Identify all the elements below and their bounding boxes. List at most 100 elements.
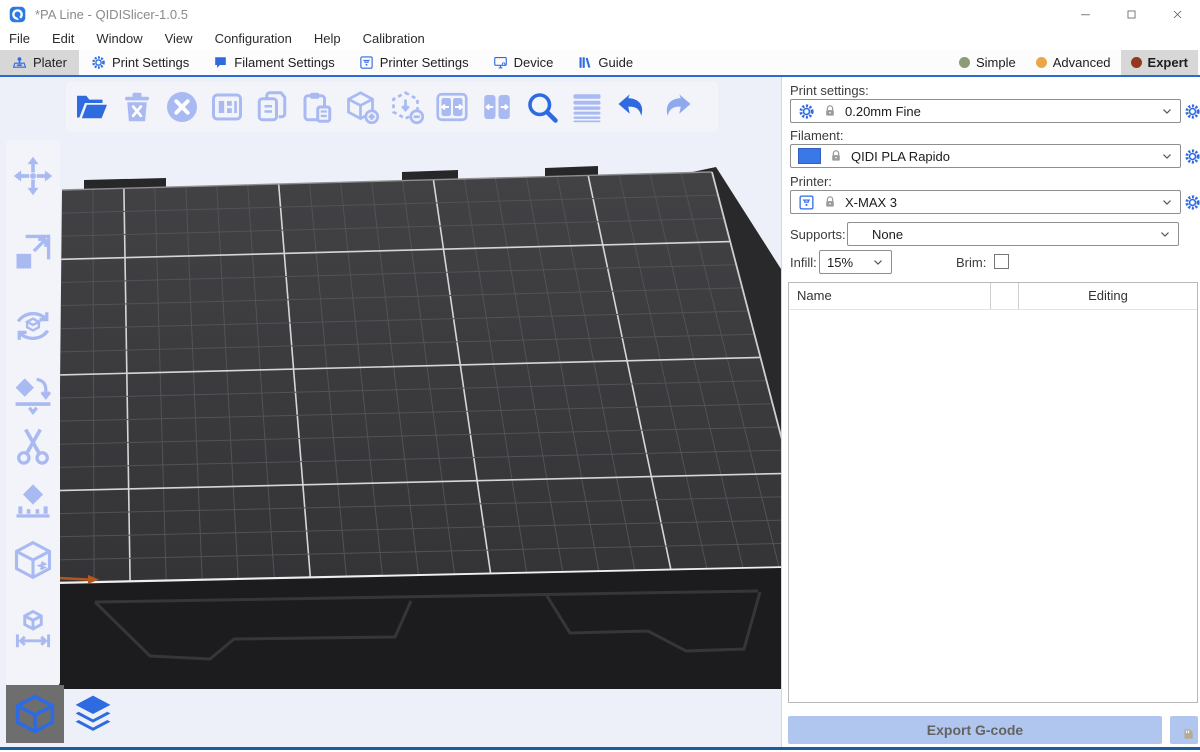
filament-icon (213, 55, 228, 70)
column-header-name: Name (789, 283, 990, 309)
seam-icon[interactable] (11, 538, 55, 582)
column-header-extruder (990, 283, 1018, 309)
undo-icon[interactable] (614, 89, 650, 125)
lock-icon (829, 149, 843, 163)
print-settings-combo[interactable]: 0.20mm Fine (790, 99, 1181, 123)
tab-print-settings[interactable]: Print Settings (79, 50, 201, 75)
chevron-down-icon (1160, 104, 1174, 118)
split-parts-icon[interactable] (479, 89, 515, 125)
printer-combo[interactable]: X-MAX 3 (790, 190, 1181, 214)
tab-device[interactable]: Device (481, 50, 566, 75)
add-instance-icon[interactable] (344, 89, 380, 125)
print-settings-gear-button[interactable] (1184, 103, 1200, 120)
plater-icon (12, 55, 27, 70)
remove-instance-icon[interactable] (389, 89, 425, 125)
rotate-icon[interactable] (11, 304, 55, 348)
preview-view-button[interactable] (64, 685, 122, 743)
column-header-editing: Editing (1018, 283, 1197, 309)
chevron-down-icon (871, 255, 885, 269)
titlebar: *PA Line - QIDISlicer-1.0.5 (0, 0, 1200, 28)
mode-advanced[interactable]: Advanced (1026, 50, 1121, 75)
infill-value: 15% (827, 255, 853, 270)
place-on-face-icon[interactable] (11, 372, 55, 416)
editor-view-icon (13, 692, 57, 736)
lock-icon (823, 195, 837, 209)
menu-configuration[interactable]: Configuration (204, 28, 303, 50)
top-toolbar (66, 82, 718, 132)
brim-label: Brim: (956, 255, 986, 270)
tab-plater[interactable]: Plater (0, 50, 79, 75)
menubar: FileEditWindowViewConfigurationHelpCalib… (0, 28, 1200, 50)
mode-dot-icon (1036, 57, 1047, 68)
tab-filament-settings[interactable]: Filament Settings (201, 50, 346, 75)
menu-window[interactable]: Window (85, 28, 153, 50)
tabbar: PlaterPrint SettingsFilament SettingsPri… (0, 50, 1200, 77)
gear-icon (91, 55, 106, 70)
supports-combo[interactable]: None (847, 222, 1179, 246)
window-controls (1062, 0, 1200, 28)
minimize-button[interactable] (1062, 0, 1108, 28)
viewport-3d[interactable] (0, 77, 781, 747)
tab-printer-settings[interactable]: Printer Settings (347, 50, 481, 75)
tabs: PlaterPrint SettingsFilament SettingsPri… (0, 50, 645, 75)
filament-label: Filament: (790, 128, 843, 143)
editor-view-button[interactable] (6, 685, 64, 743)
gear-icon (798, 103, 815, 120)
move-icon[interactable] (11, 154, 55, 198)
object-list-header: Name Editing (789, 283, 1197, 310)
export-gcode-button[interactable]: Export G-code (788, 716, 1162, 744)
search-icon[interactable] (524, 89, 560, 125)
arrange-icon[interactable] (209, 89, 245, 125)
menu-file[interactable]: File (0, 28, 41, 50)
window-title: *PA Line - QIDISlicer-1.0.5 (35, 7, 188, 22)
print-settings-label: Print settings: (790, 83, 869, 98)
print-settings-value: 0.20mm Fine (845, 104, 921, 119)
redo-icon[interactable] (659, 89, 695, 125)
layer-height-icon[interactable] (569, 89, 605, 125)
preview-view-icon (71, 692, 115, 736)
menu-edit[interactable]: Edit (41, 28, 85, 50)
menu-help[interactable]: Help (303, 28, 352, 50)
export-removable-button[interactable] (1170, 716, 1198, 744)
menu-calibration[interactable]: Calibration (352, 28, 436, 50)
delete-all-icon[interactable] (164, 89, 200, 125)
mode-switcher: SimpleAdvancedExpert (949, 50, 1198, 75)
mode-expert[interactable]: Expert (1121, 50, 1198, 75)
filament-combo[interactable]: QIDI PLA Rapido (790, 144, 1181, 168)
right-panel: Print settings: 0.20mm Fine Filament: QI… (781, 77, 1200, 747)
mode-dot-icon (1131, 57, 1142, 68)
measure-icon[interactable] (11, 606, 55, 650)
chevron-down-icon (1158, 227, 1172, 241)
support-paint-icon[interactable] (11, 478, 55, 522)
close-button[interactable] (1154, 0, 1200, 28)
lock-icon (823, 104, 837, 118)
print-bed (0, 77, 781, 747)
brim-checkbox[interactable] (994, 254, 1009, 269)
delete-icon[interactable] (119, 89, 155, 125)
chevron-down-icon (1160, 149, 1174, 163)
split-objects-icon[interactable] (434, 89, 470, 125)
printer-label: Printer: (790, 174, 832, 189)
tab-guide[interactable]: Guide (565, 50, 645, 75)
infill-combo[interactable]: 15% (819, 250, 892, 274)
filament-color-swatch (798, 148, 821, 164)
printer-gear-button[interactable] (1184, 194, 1200, 211)
filament-value: QIDI PLA Rapido (851, 149, 950, 164)
paste-icon[interactable] (299, 89, 335, 125)
app-logo-icon (9, 6, 26, 23)
mode-simple[interactable]: Simple (949, 50, 1026, 75)
device-icon (493, 55, 508, 70)
filament-gear-button[interactable] (1184, 148, 1200, 165)
sd-card-icon (1181, 727, 1195, 741)
object-list[interactable]: Name Editing (788, 282, 1198, 703)
open-folder-icon[interactable] (74, 89, 110, 125)
printer-value: X-MAX 3 (845, 195, 897, 210)
printer-icon (359, 55, 374, 70)
supports-value: None (872, 227, 903, 242)
guide-icon (577, 55, 592, 70)
maximize-button[interactable] (1108, 0, 1154, 28)
copy-icon[interactable] (254, 89, 290, 125)
menu-view[interactable]: View (154, 28, 204, 50)
cut-icon[interactable] (11, 424, 55, 468)
scale-icon[interactable] (11, 230, 55, 274)
